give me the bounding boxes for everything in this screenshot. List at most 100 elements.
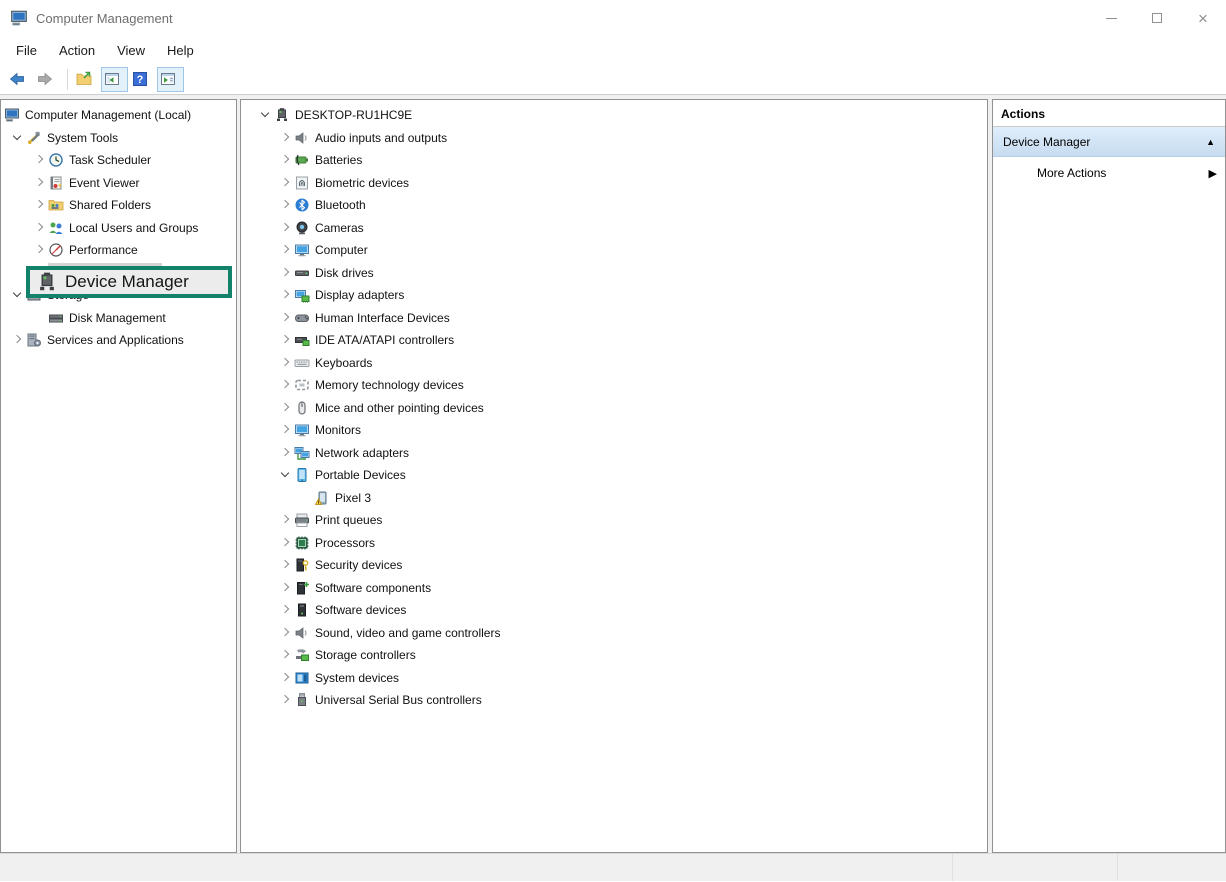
tree-item-ide-ata-atapi-controllers[interactable]: IDE ATA/ATAPI controllers (241, 329, 987, 352)
chevron-right-icon[interactable] (31, 197, 48, 213)
tree-item-body: Processors (294, 533, 381, 553)
chevron-right-icon[interactable] (277, 377, 294, 393)
chevron-right-icon[interactable] (277, 445, 294, 461)
chevron-right-icon[interactable] (277, 602, 294, 618)
action-pane-icon (160, 71, 176, 87)
menu-help[interactable]: Help (156, 39, 205, 62)
chevron-right-icon[interactable] (277, 130, 294, 146)
tree-item-pixel-3[interactable]: Pixel 3 (241, 487, 987, 510)
tree-item-computer[interactable]: Computer (241, 239, 987, 262)
tree-item-portable-devices[interactable]: Portable Devices (241, 464, 987, 487)
chevron-right-icon[interactable] (31, 175, 48, 191)
actions-item-more-actions[interactable]: More Actions ▶ (993, 157, 1225, 189)
software-components-icon (294, 580, 310, 596)
chevron-right-icon[interactable] (277, 332, 294, 348)
forward-button[interactable] (34, 67, 61, 92)
chevron-down-icon[interactable] (257, 107, 274, 123)
chevron-right-icon[interactable] (31, 152, 48, 168)
tree-item-security-devices[interactable]: Security devices (241, 554, 987, 577)
tree-item-batteries[interactable]: Batteries (241, 149, 987, 172)
collapse-up-triangle-icon[interactable]: ▲ (1206, 137, 1215, 147)
tree-item-biometric-devices[interactable]: Biometric devices (241, 172, 987, 195)
chevron-right-icon[interactable] (31, 242, 48, 258)
chevron-right-icon[interactable] (9, 332, 26, 348)
tree-item-label: Disk Management (69, 311, 166, 325)
tree-item-desktop-ru1hc9e[interactable]: DESKTOP-RU1HC9E (241, 104, 987, 127)
menu-file[interactable]: File (5, 39, 48, 62)
minimize-button[interactable] (1088, 0, 1134, 36)
chevron-right-icon[interactable] (277, 242, 294, 258)
chevron-right-icon[interactable] (277, 512, 294, 528)
chevron-right-icon[interactable] (277, 265, 294, 281)
tree-item-services-and-applications[interactable]: Services and Applications (1, 329, 236, 352)
tree-item-label: System devices (315, 671, 399, 685)
chevron-right-icon[interactable] (277, 355, 294, 371)
tree-item-disk-drives[interactable]: Disk drives (241, 262, 987, 285)
tree-item-human-interface-devices[interactable]: Human Interface Devices (241, 307, 987, 330)
show-action-pane-toggle[interactable] (157, 67, 184, 92)
tree-item-body: Security devices (294, 555, 408, 575)
tree-item-mice-and-other-pointing-devices[interactable]: Mice and other pointing devices (241, 397, 987, 420)
chevron-right-icon[interactable] (277, 647, 294, 663)
chevron-right-icon[interactable] (31, 220, 48, 236)
tree-item-system-devices[interactable]: System devices (241, 667, 987, 690)
back-arrow-icon (9, 71, 25, 87)
tree-item-sound-video-and-game-controllers[interactable]: Sound, video and game controllers (241, 622, 987, 645)
chevron-down-icon[interactable] (9, 287, 26, 303)
tree-item-memory-technology-devices[interactable]: Memory technology devices (241, 374, 987, 397)
menu-view[interactable]: View (106, 39, 156, 62)
help-button[interactable]: ? (129, 67, 156, 92)
chevron-right-icon[interactable] (277, 220, 294, 236)
tree-item-label: Task Scheduler (69, 153, 151, 167)
tree-item-label: Biometric devices (315, 176, 409, 190)
tree-item-cameras[interactable]: Cameras (241, 217, 987, 240)
tree-item-processors[interactable]: Processors (241, 532, 987, 555)
tree-item-task-scheduler[interactable]: Task Scheduler (1, 149, 236, 172)
chevron-right-icon[interactable] (277, 197, 294, 213)
tree-item-bluetooth[interactable]: Bluetooth (241, 194, 987, 217)
chevron-right-icon[interactable] (277, 287, 294, 303)
tree-item-system-tools[interactable]: System Tools (1, 127, 236, 150)
tree-item-print-queues[interactable]: Print queues (241, 509, 987, 532)
up-one-level-button[interactable] (73, 67, 100, 92)
menu-action[interactable]: Action (48, 39, 106, 62)
tree-item-shared-folders[interactable]: Shared Folders (1, 194, 236, 217)
show-console-tree-toggle[interactable] (101, 67, 128, 92)
tree-item-keyboards[interactable]: Keyboards (241, 352, 987, 375)
chevron-right-icon[interactable] (277, 557, 294, 573)
tree-item-storage-controllers[interactable]: Storage controllers (241, 644, 987, 667)
chevron-right-icon[interactable] (277, 400, 294, 416)
chevron-right-icon[interactable] (277, 580, 294, 596)
tree-item-software-components[interactable]: Software components (241, 577, 987, 600)
back-button[interactable] (6, 67, 33, 92)
tree-item-network-adapters[interactable]: Network adapters (241, 442, 987, 465)
maximize-button[interactable] (1134, 0, 1180, 36)
chevron-right-icon[interactable] (277, 535, 294, 551)
tree-item-computer-management-local[interactable]: Computer Management (Local) (1, 104, 236, 127)
tree-item-event-viewer[interactable]: Event Viewer (1, 172, 236, 195)
app-icon (10, 9, 28, 27)
chevron-right-icon[interactable] (277, 422, 294, 438)
chevron-right-icon[interactable] (277, 175, 294, 191)
tree-item-label: Monitors (315, 423, 361, 437)
tree-item-body: Print queues (294, 510, 388, 530)
tree-item-universal-serial-bus-controllers[interactable]: Universal Serial Bus controllers (241, 689, 987, 712)
tree-item-audio-inputs-and-outputs[interactable]: Audio inputs and outputs (241, 127, 987, 150)
chevron-right-icon[interactable] (277, 692, 294, 708)
tree-item-body: Monitors (294, 420, 367, 440)
tree-item-performance[interactable]: Performance (1, 239, 236, 262)
chevron-right-icon[interactable] (277, 625, 294, 641)
actions-group-device-manager[interactable]: Device Manager ▲ (993, 127, 1225, 157)
chevron-right-icon[interactable] (277, 670, 294, 686)
close-button[interactable]: × (1180, 0, 1226, 36)
tree-item-monitors[interactable]: Monitors (241, 419, 987, 442)
tree-item-disk-management[interactable]: Disk Management (1, 307, 236, 330)
tree-item-software-devices[interactable]: Software devices (241, 599, 987, 622)
chevron-down-icon[interactable] (277, 467, 294, 483)
actions-pane: Actions Device Manager ▲ More Actions ▶ (992, 99, 1226, 853)
chevron-right-icon[interactable] (277, 310, 294, 326)
chevron-down-icon[interactable] (9, 130, 26, 146)
tree-item-local-users-and-groups[interactable]: Local Users and Groups (1, 217, 236, 240)
chevron-right-icon[interactable] (277, 152, 294, 168)
tree-item-display-adapters[interactable]: Display adapters (241, 284, 987, 307)
